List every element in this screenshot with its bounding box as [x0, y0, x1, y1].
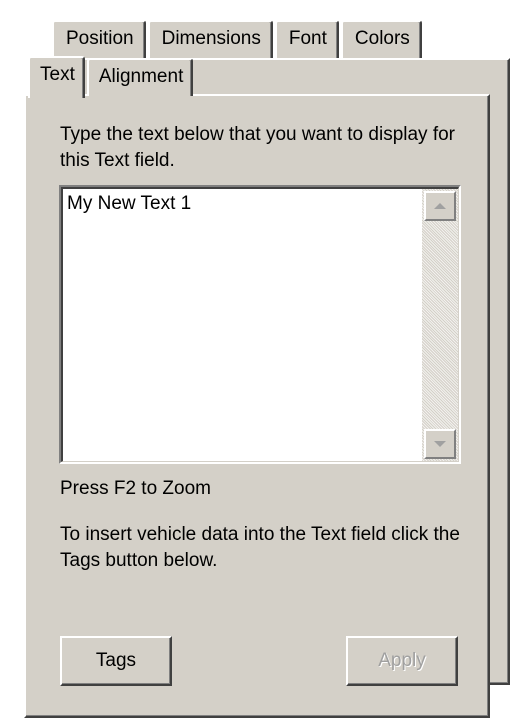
text-area-inner: My New Text 1: [61, 187, 459, 462]
text-area[interactable]: My New Text 1: [59, 185, 461, 464]
tab-dimensions[interactable]: Dimensions: [147, 20, 273, 60]
scroll-down-button[interactable]: [424, 429, 456, 459]
front-tab-row: Text Alignment: [28, 56, 194, 98]
scroll-up-button[interactable]: [424, 191, 456, 221]
tags-button[interactable]: Tags: [60, 636, 172, 686]
tab-colors[interactable]: Colors: [340, 20, 422, 60]
tab-font[interactable]: Font: [274, 20, 339, 60]
text-field[interactable]: My New Text 1: [67, 193, 417, 215]
arrow-down-icon: [434, 441, 446, 447]
apply-button[interactable]: Apply: [346, 636, 458, 686]
arrow-up-icon: [434, 203, 446, 209]
properties-dialog: Position Dimensions Font Colors Text Ali…: [0, 0, 516, 725]
back-tab-row: Position Dimensions Font Colors: [52, 20, 422, 60]
tab-position[interactable]: Position: [52, 20, 146, 60]
text-tab-page: Type the text below that you want to dis…: [24, 94, 490, 718]
tab-text[interactable]: Text: [28, 56, 85, 98]
tags-hint-label: To insert vehicle data into the Text fie…: [60, 524, 460, 571]
tab-alignment[interactable]: Alignment: [86, 58, 194, 96]
instructions-label: Type the text below that you want to dis…: [60, 124, 456, 171]
vertical-scrollbar[interactable]: [422, 189, 458, 461]
zoom-hint-label: Press F2 to Zoom: [60, 478, 211, 499]
